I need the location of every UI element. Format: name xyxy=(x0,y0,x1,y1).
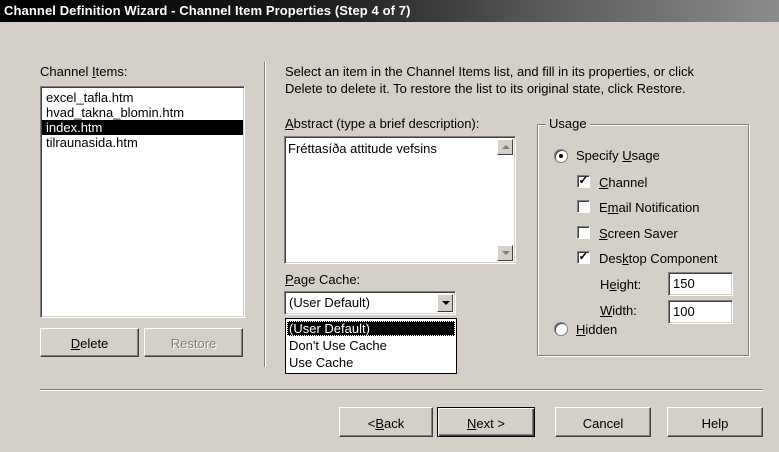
list-item-selected[interactable]: index.htm xyxy=(42,120,243,135)
hidden-radio[interactable] xyxy=(554,322,568,336)
dropdown-option[interactable]: Don't Use Cache xyxy=(287,338,455,353)
footer-divider xyxy=(40,389,763,391)
title-bar[interactable]: Channel Definition Wizard - Channel Item… xyxy=(0,0,779,22)
page-cache-combobox[interactable]: (User Default) xyxy=(284,291,456,315)
height-input[interactable]: 150 xyxy=(668,272,733,296)
usage-group-label: Usage xyxy=(546,116,590,131)
check-mark-icon: ✓ xyxy=(578,249,589,263)
width-label: Width: xyxy=(600,303,637,318)
list-item[interactable]: excel_tafla.htm xyxy=(44,90,135,105)
channel-items-label: Channel Items: xyxy=(40,64,128,79)
channel-checkbox[interactable]: ✓ xyxy=(577,173,590,188)
dropdown-option[interactable]: (User Default) xyxy=(287,321,455,336)
cancel-button[interactable]: Cancel xyxy=(555,407,651,437)
window-title: Channel Definition Wizard - Channel Item… xyxy=(4,3,411,18)
specify-usage-label: Specify Usage xyxy=(576,148,660,163)
dropdown-option[interactable]: Use Cache xyxy=(287,355,455,370)
delete-button[interactable]: Delete xyxy=(40,328,139,357)
page-cache-dropdown-button[interactable] xyxy=(437,294,453,312)
email-notification-label: Email Notification xyxy=(599,200,700,215)
channel-items-list[interactable]: excel_tafla.htm hvad_takna_blomin.htm in… xyxy=(40,86,245,318)
hidden-label: Hidden xyxy=(576,322,618,337)
dropdown-arrow-icon xyxy=(442,301,450,305)
abstract-textarea[interactable]: Fréttasíða attitude vefsins xyxy=(284,136,516,264)
restore-button[interactable]: Restore xyxy=(144,328,243,357)
page-cache-value: (User Default) xyxy=(289,295,370,310)
check-mark-icon: ✓ xyxy=(578,173,589,187)
height-label: Height: xyxy=(600,277,642,292)
screen-saver-label: Screen Saver xyxy=(599,226,678,241)
page-cache-dropdown-list[interactable]: (User Default) Don't Use Cache Use Cache xyxy=(285,318,457,374)
instruction-line-1: Select an item in the Channel Items list… xyxy=(285,64,694,79)
width-value: 100 xyxy=(673,304,695,319)
desktop-component-checkbox[interactable]: ✓ xyxy=(577,249,590,264)
channel-label: Channel xyxy=(599,175,648,190)
email-notification-checkbox[interactable] xyxy=(577,200,590,213)
next-button[interactable]: Next > xyxy=(437,407,535,437)
instruction-line-2: Delete to delete it. To restore the list… xyxy=(285,81,686,96)
vertical-divider xyxy=(264,62,266,367)
help-button[interactable]: Help xyxy=(667,407,763,437)
desktop-component-label: Desktop Component xyxy=(599,251,718,266)
page-cache-label: Page Cache: xyxy=(285,272,361,287)
back-button[interactable]: < Back xyxy=(339,407,433,437)
height-value: 150 xyxy=(673,276,695,291)
scroll-up-button[interactable] xyxy=(497,139,513,155)
wizard-window: Channel Definition Wizard - Channel Item… xyxy=(0,0,779,452)
radio-selected-dot xyxy=(559,154,563,158)
width-input[interactable]: 100 xyxy=(668,300,733,324)
specify-usage-radio[interactable] xyxy=(554,149,568,163)
scroll-up-arrow-icon xyxy=(502,145,510,149)
abstract-label: Abstract (type a brief description): xyxy=(285,116,480,131)
abstract-text: Fréttasíða attitude vefsins xyxy=(288,141,437,156)
list-item[interactable]: hvad_takna_blomin.htm xyxy=(44,105,186,120)
list-item[interactable]: tilraunasida.htm xyxy=(44,135,140,150)
scroll-down-button[interactable] xyxy=(497,245,513,261)
screen-saver-checkbox[interactable] xyxy=(577,226,590,239)
scroll-down-arrow-icon xyxy=(502,251,510,255)
